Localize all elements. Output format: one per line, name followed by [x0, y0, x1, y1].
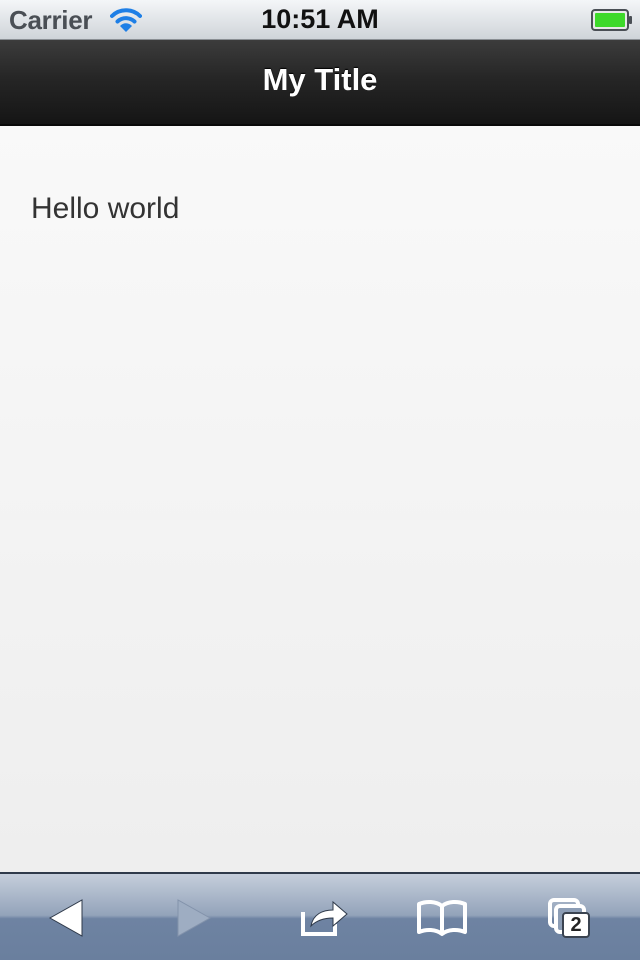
back-arrow-icon [48, 899, 83, 937]
back-button[interactable] [40, 894, 92, 942]
browser-toolbar: 2 [0, 872, 640, 960]
battery-icon [591, 9, 632, 31]
content-area: Hello world [0, 126, 640, 872]
forward-button[interactable] [168, 894, 220, 942]
page-title: My Title [262, 62, 378, 97]
tab-count-badge: 2 [562, 912, 590, 938]
hello-text: Hello world [31, 192, 180, 225]
bookmarks-icon [417, 899, 467, 936]
header-bar: My Title [0, 40, 640, 126]
share-icon [301, 900, 348, 936]
clock: 10:51 AM [261, 4, 379, 34]
share-button[interactable] [298, 894, 350, 942]
status-bar: Carrier 10:51 AM [0, 0, 640, 40]
forward-arrow-icon [177, 899, 212, 937]
bookmarks-button[interactable] [416, 894, 468, 942]
tabs-button[interactable]: 2 [546, 894, 598, 942]
